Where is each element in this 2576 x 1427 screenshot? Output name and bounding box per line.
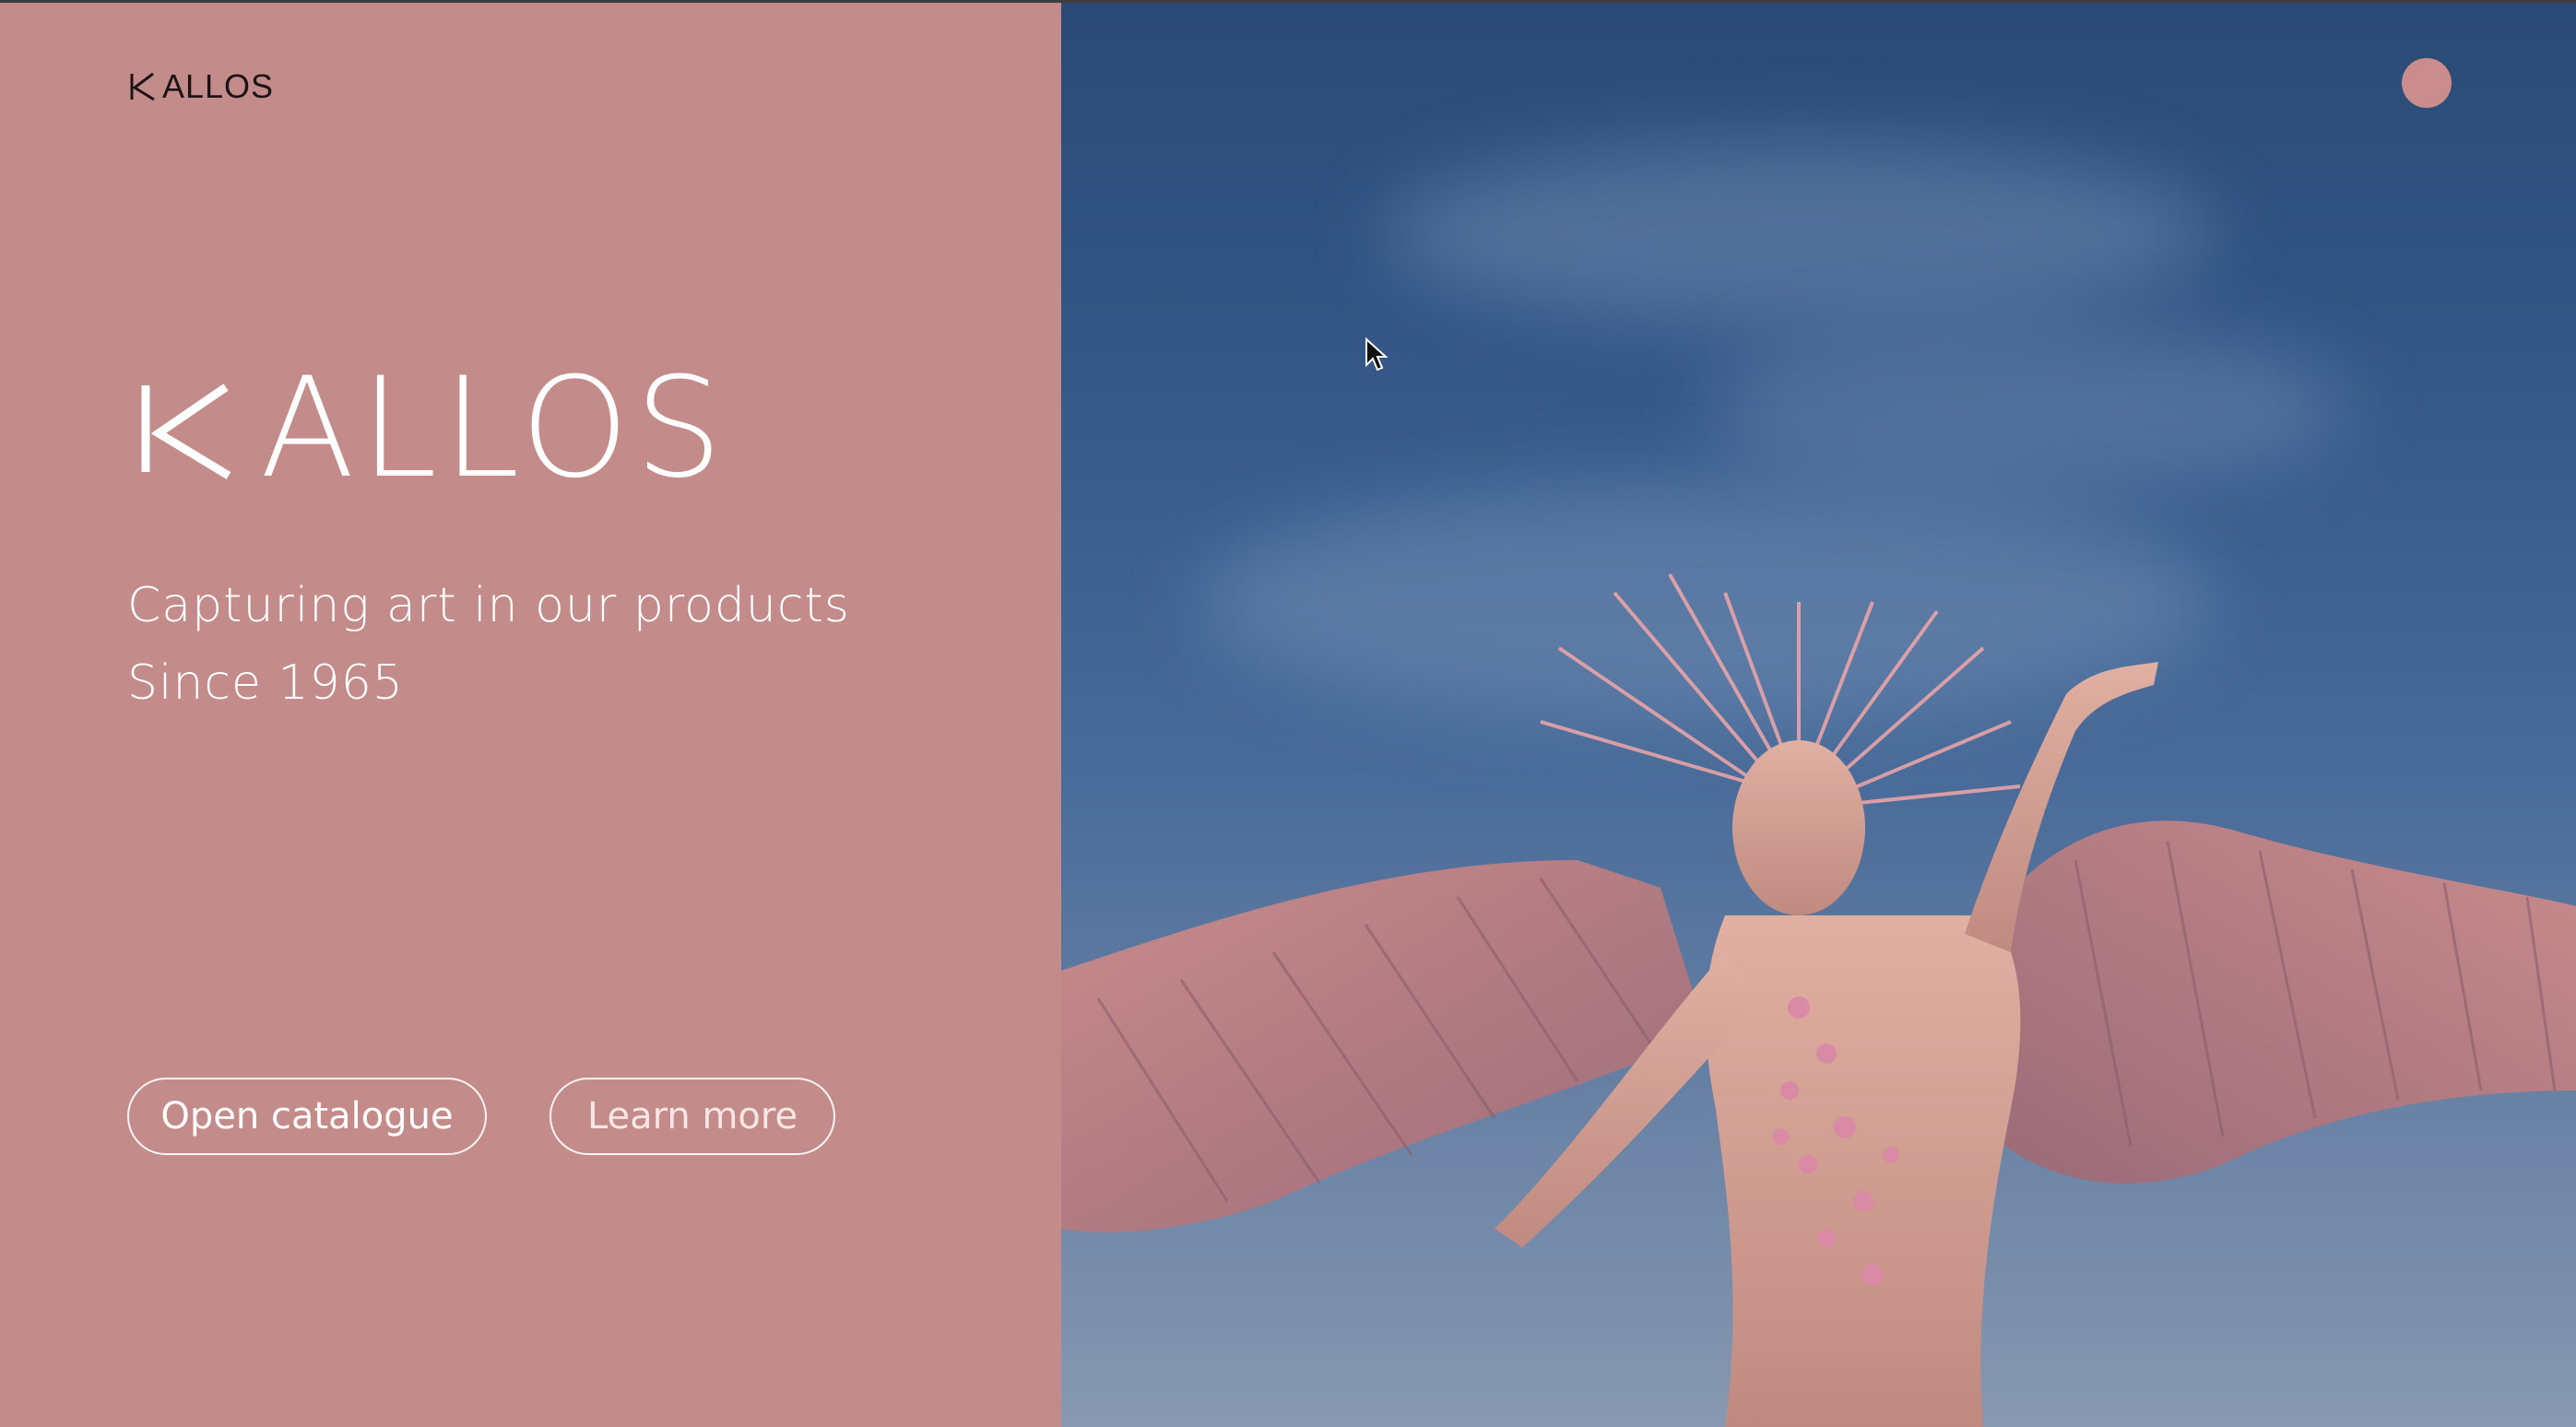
nav-logo-text: ALLOS: [162, 67, 275, 105]
hero-logo-text: ALLOS: [260, 348, 728, 509]
intro-panel: ALLOS ALLOS Capturing art in our product…: [0, 3, 1061, 1427]
circle-menu-button[interactable]: [2402, 58, 2452, 108]
mouse-cursor-icon: [1365, 337, 1388, 371]
k-mark-icon: [130, 72, 155, 101]
tagline-line-1: Capturing art in our products: [127, 578, 850, 633]
hero-logo: ALLOS: [138, 348, 728, 509]
tagline: Capturing art in our products Since 1965: [127, 567, 850, 722]
learn-more-button[interactable]: Learn more: [549, 1078, 835, 1155]
winged-figure-artwork: [1061, 573, 2576, 1427]
nav-logo[interactable]: ALLOS: [129, 67, 274, 106]
hero-image: [1061, 3, 2576, 1427]
tagline-line-2: Since 1965: [127, 655, 404, 711]
app-window: ALLOS ALLOS Capturing art in our product…: [0, 3, 2576, 1427]
open-catalogue-button[interactable]: Open catalogue: [127, 1078, 487, 1155]
k-mark-icon: [141, 383, 231, 479]
